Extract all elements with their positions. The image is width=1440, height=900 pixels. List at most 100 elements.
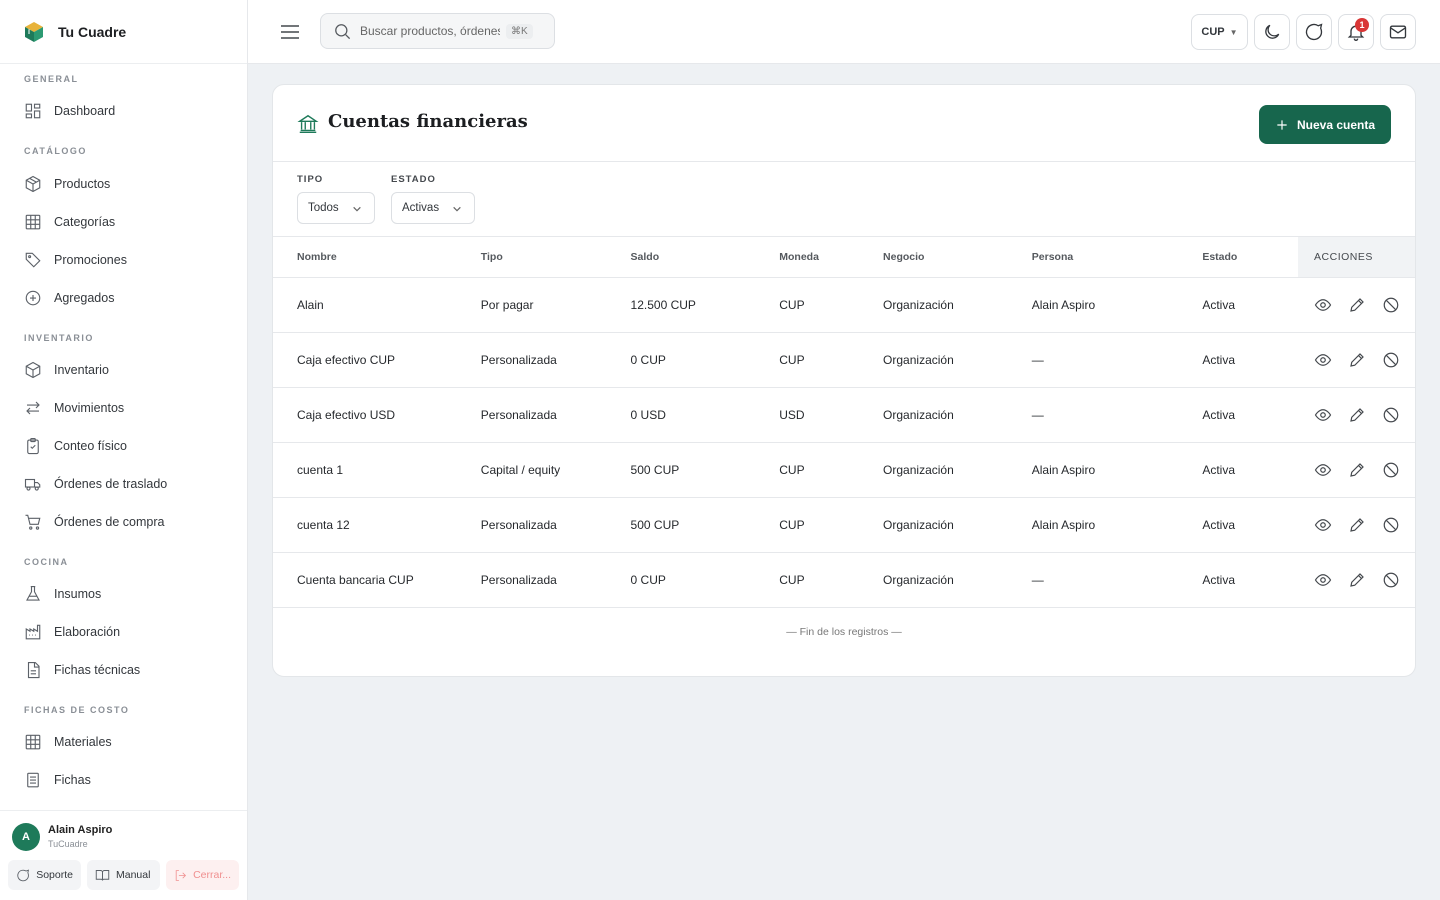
sidebar-item-insumos[interactable]: Insumos bbox=[12, 577, 236, 611]
table-row[interactable]: cuenta 1 Capital / equity 500 CUP CUP Or… bbox=[273, 442, 1415, 497]
filter-state-label: ESTADO bbox=[391, 174, 436, 185]
column-header-nombre[interactable]: Nombre bbox=[273, 237, 457, 277]
filter-type-value: Todos bbox=[308, 202, 339, 214]
sidebar-item-elaboracion[interactable]: Elaboración bbox=[12, 615, 236, 649]
cell-tipo: Personalizada bbox=[480, 352, 557, 367]
sidebar-item-materiales[interactable]: Materiales bbox=[12, 725, 236, 759]
book-icon bbox=[95, 869, 110, 881]
support-button[interactable]: Soporte bbox=[8, 860, 81, 890]
cell-acciones bbox=[1298, 277, 1415, 332]
cell-moneda: USD bbox=[779, 407, 805, 422]
cell-moneda: CUP bbox=[779, 572, 805, 587]
sidebar-item-ordenes-compra[interactable]: Órdenes de compra bbox=[12, 505, 236, 539]
edit-pencil-icon[interactable] bbox=[1348, 571, 1366, 589]
sidebar-item-inventario[interactable]: Inventario bbox=[12, 353, 236, 387]
box-icon bbox=[25, 361, 41, 379]
column-header-saldo[interactable]: Saldo bbox=[607, 237, 756, 277]
sidebar-item-promociones[interactable]: Promociones bbox=[12, 243, 236, 277]
disable-ban-icon[interactable] bbox=[1382, 406, 1400, 424]
logout-label: Cerrar... bbox=[193, 869, 231, 881]
edit-pencil-icon[interactable] bbox=[1348, 351, 1366, 369]
disable-ban-icon[interactable] bbox=[1382, 351, 1400, 369]
hamburger-icon bbox=[281, 25, 299, 39]
edit-pencil-icon[interactable] bbox=[1348, 406, 1366, 424]
edit-pencil-icon[interactable] bbox=[1348, 516, 1366, 534]
cell-acciones bbox=[1298, 332, 1415, 387]
cell-saldo: 0 CUP bbox=[630, 352, 666, 367]
sidebar-item-productos[interactable]: Productos bbox=[12, 167, 236, 201]
column-header-estado[interactable]: Estado bbox=[1178, 237, 1298, 277]
cell-estado: Activa bbox=[1202, 517, 1236, 532]
arrows-icon bbox=[26, 401, 40, 415]
sidebar-item-label: Conteo físico bbox=[54, 439, 127, 453]
sidebar-item-ordenes-traslado[interactable]: Órdenes de traslado bbox=[12, 467, 236, 501]
sidebar-item-conteo-fisico[interactable]: Conteo físico bbox=[12, 429, 236, 463]
column-header-persona[interactable]: Persona bbox=[1008, 237, 1179, 277]
cell-negocio: Organización bbox=[883, 462, 954, 477]
view-eye-icon[interactable] bbox=[1314, 461, 1332, 479]
table-row[interactable]: Alain Por pagar 12.500 CUP CUP Organizac… bbox=[273, 277, 1415, 332]
logout-button[interactable]: Cerrar... bbox=[166, 860, 239, 890]
cell-moneda: CUP bbox=[779, 517, 805, 532]
table-row[interactable]: Caja efectivo USD Personalizada 0 USD US… bbox=[273, 387, 1415, 442]
disable-ban-icon[interactable] bbox=[1382, 296, 1400, 314]
sidebar-item-fichas[interactable]: Fichas bbox=[12, 763, 236, 797]
cell-estado: Activa bbox=[1202, 297, 1236, 312]
avatar[interactable]: A bbox=[12, 823, 40, 851]
cell-estado: Activa bbox=[1202, 407, 1236, 422]
view-eye-icon[interactable] bbox=[1314, 571, 1332, 589]
filter-type-select[interactable]: Todos bbox=[297, 192, 375, 224]
cell-nombre: Caja efectivo USD bbox=[297, 407, 396, 422]
cell-nombre: Cuenta bancaria CUP bbox=[297, 572, 414, 587]
chat-button[interactable] bbox=[1296, 14, 1332, 50]
accounts-card: Cuentas financieras Nueva cuenta TIPO To… bbox=[272, 84, 1416, 677]
brand-name: Tu Cuadre bbox=[58, 23, 127, 40]
moon-icon bbox=[1265, 24, 1280, 39]
sidebar-item-label: Órdenes de traslado bbox=[54, 477, 168, 491]
disable-ban-icon[interactable] bbox=[1382, 571, 1400, 589]
theme-toggle-button[interactable] bbox=[1254, 14, 1290, 50]
table-row[interactable]: cuenta 12 Personalizada 500 CUP CUP Orga… bbox=[273, 497, 1415, 552]
sidebar-item-label: Agregados bbox=[54, 291, 115, 305]
column-header-negocio[interactable]: Negocio bbox=[859, 237, 1008, 277]
manual-button[interactable]: Manual bbox=[87, 860, 160, 890]
filter-state-select[interactable]: Activas bbox=[391, 192, 475, 224]
page-title: Cuentas financieras bbox=[328, 111, 528, 132]
view-eye-icon[interactable] bbox=[1314, 351, 1332, 369]
search-input[interactable] bbox=[360, 24, 500, 38]
column-header-moneda[interactable]: Moneda bbox=[755, 237, 859, 277]
cell-estado: Activa bbox=[1202, 352, 1236, 367]
logout-icon bbox=[175, 869, 187, 881]
new-account-button[interactable]: Nueva cuenta bbox=[1259, 105, 1391, 144]
table-row[interactable]: Caja efectivo CUP Personalizada 0 CUP CU… bbox=[273, 332, 1415, 387]
cart-icon bbox=[25, 514, 41, 530]
sidebar-item-dashboard[interactable]: Dashboard bbox=[12, 94, 236, 128]
edit-pencil-icon[interactable] bbox=[1348, 461, 1366, 479]
column-header-tipo[interactable]: Tipo bbox=[457, 237, 607, 277]
search-bar[interactable]: ⌘K bbox=[320, 13, 555, 49]
cell-moneda: CUP bbox=[779, 462, 805, 477]
sidebar-item-agregados[interactable]: Agregados bbox=[12, 281, 236, 315]
sidebar-item-label: Inventario bbox=[54, 363, 109, 377]
menu-toggle-button[interactable] bbox=[278, 20, 302, 44]
edit-pencil-icon[interactable] bbox=[1348, 296, 1366, 314]
table-row[interactable]: Cuenta bancaria CUP Personalizada 0 CUP … bbox=[273, 552, 1415, 607]
caret-down-icon: ▼ bbox=[1229, 27, 1238, 37]
factory-icon bbox=[25, 624, 41, 640]
view-eye-icon[interactable] bbox=[1314, 406, 1332, 424]
sidebar-item-movimientos[interactable]: Movimientos bbox=[12, 391, 236, 425]
disable-ban-icon[interactable] bbox=[1382, 461, 1400, 479]
brand[interactable]: Tu Cuadre bbox=[0, 0, 247, 64]
mail-button[interactable] bbox=[1380, 14, 1416, 50]
view-eye-icon[interactable] bbox=[1314, 296, 1332, 314]
disable-ban-icon[interactable] bbox=[1382, 516, 1400, 534]
support-label: Soporte bbox=[36, 869, 73, 881]
table-header-row: Nombre Tipo Saldo Moneda Negocio Persona… bbox=[273, 237, 1415, 277]
view-eye-icon[interactable] bbox=[1314, 516, 1332, 534]
notifications-button[interactable]: 1 bbox=[1338, 14, 1374, 50]
accounts-table: Nombre Tipo Saldo Moneda Negocio Persona… bbox=[273, 237, 1415, 608]
card-header: Cuentas financieras Nueva cuenta bbox=[273, 85, 1415, 162]
sidebar-item-fichas-tecnicas[interactable]: Fichas técnicas bbox=[12, 653, 236, 687]
currency-selector[interactable]: CUP ▼ bbox=[1191, 14, 1248, 50]
sidebar-item-categorias[interactable]: Categorías bbox=[12, 205, 236, 239]
